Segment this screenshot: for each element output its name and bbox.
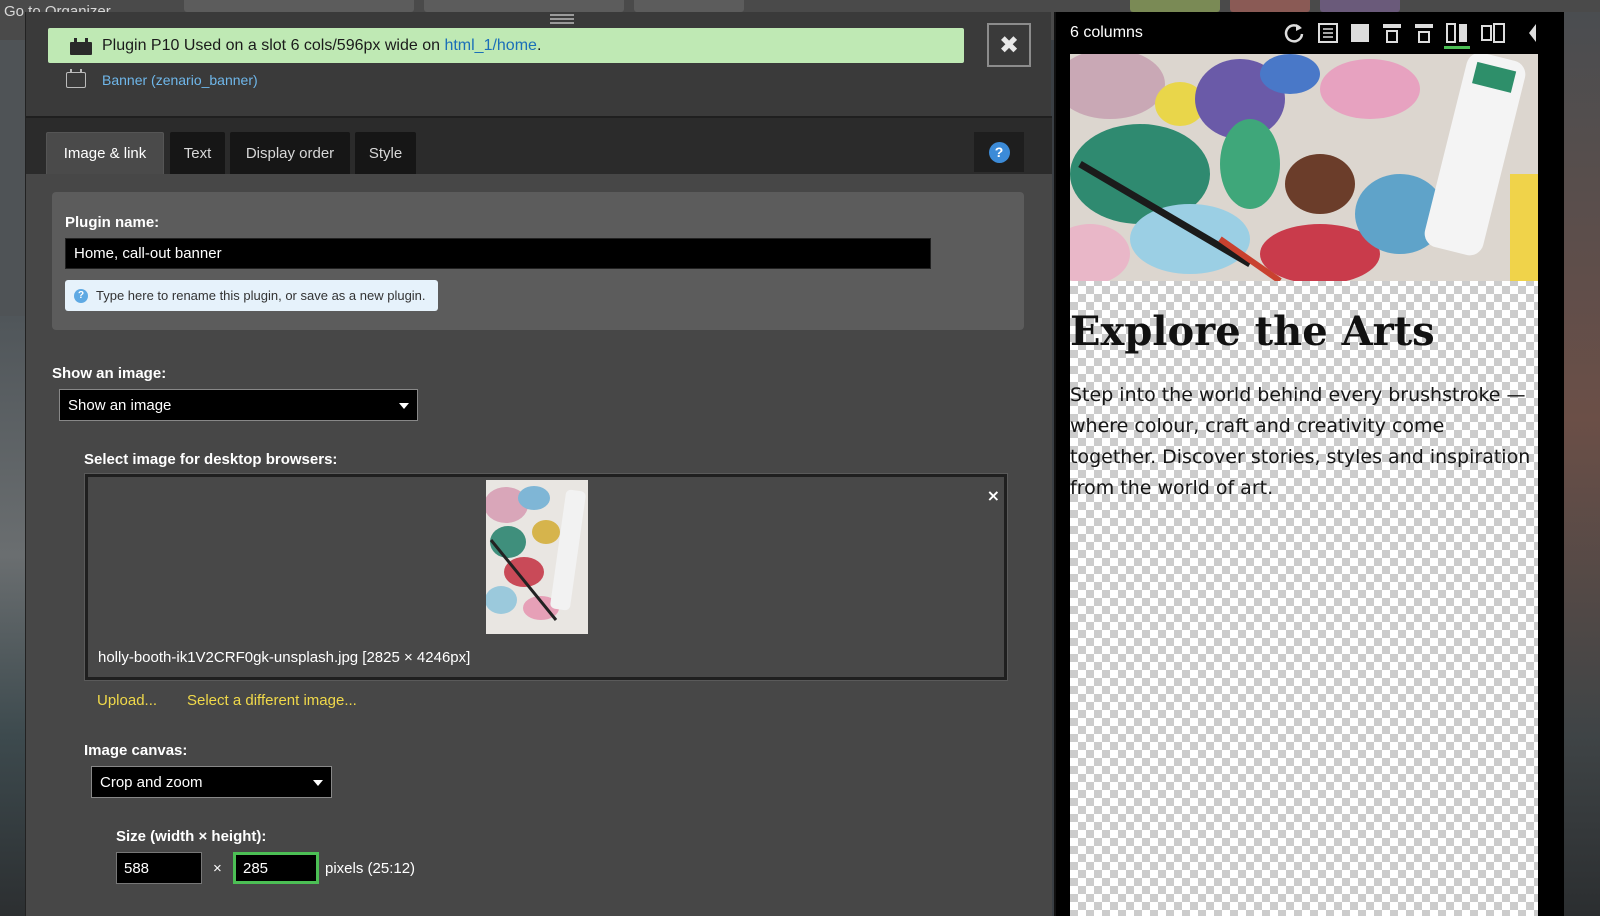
module-row: Banner (zenario_banner) [66, 69, 258, 88]
preview-panel: 6 columns Explore the Arts Step into the… [1054, 12, 1564, 916]
background-tab [634, 0, 744, 12]
tab-display-order[interactable]: Display order [230, 132, 350, 174]
plugin-name-panel: Plugin name: Home, call-out banner ? Typ… [52, 192, 1024, 330]
drag-handle-icon[interactable] [550, 14, 574, 24]
background-right-strip [1564, 12, 1600, 916]
tab-bar: Image & link Text Display order Style ? [26, 118, 1052, 174]
size-label: Size (width × height): [116, 828, 267, 845]
plugin-name-input[interactable]: Home, call-out banner [65, 238, 931, 269]
background-tab [1320, 0, 1400, 12]
module-link[interactable]: Banner (zenario_banner) [102, 72, 258, 88]
show-image-label: Show an image: [52, 365, 167, 382]
background-tab [424, 0, 624, 12]
tab-style[interactable]: Style [355, 132, 416, 174]
tab-content: Plugin name: Home, call-out banner ? Typ… [26, 174, 1052, 916]
notice-page-link[interactable]: html_1/home [444, 37, 537, 55]
show-image-select[interactable]: Show an image [59, 389, 418, 421]
notice-suffix: . [536, 36, 542, 54]
image-filename: holly-booth-ik1V2CRF0gk-unsplash.jpg [28… [98, 649, 471, 666]
plugin-settings-modal: Plugin P10 Used on a slot 6 cols/596px w… [25, 12, 1052, 916]
plugin-name-tip: ? Type here to rename this plugin, or sa… [65, 280, 438, 311]
active-indicator [1444, 46, 1470, 49]
image-canvas-value: Crop and zoom [100, 773, 203, 791]
background-tabs [180, 0, 1600, 12]
document-icon[interactable] [1316, 22, 1340, 44]
help-button[interactable]: ? [974, 132, 1024, 172]
height-input[interactable]: 285 [233, 852, 319, 884]
background-tab [184, 0, 414, 12]
notice-text: Plugin P10 Used on a slot 6 cols/596px w… [102, 36, 445, 54]
tab-image-link[interactable]: Image & link [46, 132, 164, 174]
calendar-icon [66, 69, 86, 88]
image-thumbnail[interactable] [486, 480, 588, 634]
square-icon[interactable] [1348, 22, 1372, 44]
select-different-image-link[interactable]: Select a different image... [187, 692, 357, 709]
image-picker: × holly-booth-ik1V2CRF0gk-unsplash.jpg [… [84, 473, 1008, 681]
background-left-strip [0, 40, 26, 916]
refresh-icon[interactable] [1282, 22, 1306, 44]
background-tab [1230, 0, 1310, 12]
close-button[interactable]: ✖ [987, 23, 1031, 67]
plugin-icon [70, 37, 92, 55]
times-sign: × [213, 860, 222, 877]
show-image-value: Show an image [68, 396, 172, 414]
layout-columns-icon[interactable] [1444, 22, 1470, 44]
preview-canvas: Explore the Arts Step into the world beh… [1070, 54, 1538, 916]
plugin-name-tip-text: Type here to rename this plugin, or save… [96, 288, 426, 303]
layout-middle-icon[interactable] [1412, 22, 1436, 44]
tab-text[interactable]: Text [170, 132, 225, 174]
width-input[interactable]: 588 [116, 852, 202, 884]
banner-title: Explore the Arts [1070, 308, 1435, 355]
info-icon: ? [74, 288, 88, 303]
layout-top-icon[interactable] [1380, 22, 1404, 44]
background-tab [1130, 0, 1220, 12]
split-view-icon[interactable] [1480, 22, 1506, 44]
banner-text: Step into the world behind every brushst… [1070, 384, 1531, 499]
image-canvas-select[interactable]: Crop and zoom [91, 766, 332, 798]
collapse-icon[interactable] [1526, 22, 1538, 44]
preview-title: 6 columns [1070, 24, 1143, 41]
plugin-name-label: Plugin name: [65, 214, 160, 231]
chevron-down-icon [399, 403, 409, 409]
remove-image-button[interactable]: × [987, 486, 1000, 505]
size-ratio-text: pixels (25:12) [325, 860, 416, 877]
plugin-notice: Plugin P10 Used on a slot 6 cols/596px w… [48, 28, 964, 63]
upload-link[interactable]: Upload... [97, 692, 157, 709]
banner-image [1070, 54, 1538, 284]
chevron-down-icon [313, 780, 323, 786]
help-icon: ? [988, 141, 1010, 163]
image-canvas-label: Image canvas: [84, 742, 188, 759]
select-image-label: Select image for desktop browsers: [84, 451, 338, 468]
